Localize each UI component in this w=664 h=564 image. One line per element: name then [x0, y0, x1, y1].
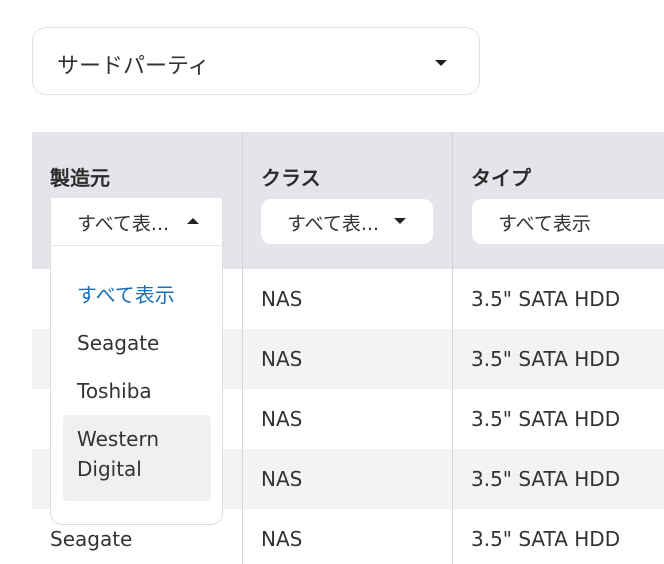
chevron-down-icon — [394, 218, 406, 224]
option-western-digital[interactable]: Western Digital — [77, 424, 187, 484]
class-filter[interactable]: すべて表... — [261, 199, 433, 244]
column-header-class: クラス — [261, 166, 321, 190]
column-divider — [242, 132, 243, 564]
maker-filter[interactable]: すべて表... — [51, 198, 222, 246]
chevron-up-icon — [187, 218, 199, 224]
cell-type: 3.5" SATA HDD — [471, 347, 621, 371]
cell-type: 3.5" SATA HDD — [471, 527, 621, 551]
cell-type: 3.5" SATA HDD — [471, 407, 621, 431]
cell-class: NAS — [261, 527, 303, 551]
column-header-maker: 製造元 — [50, 166, 110, 190]
type-filter[interactable]: すべて表示 — [472, 199, 664, 244]
cell-type: 3.5" SATA HDD — [471, 287, 621, 311]
type-filter-value: すべて表示 — [498, 213, 591, 235]
cell-class: NAS — [261, 287, 303, 311]
maker-filter-value: すべて表... — [77, 213, 170, 235]
cell-type: 3.5" SATA HDD — [471, 467, 621, 491]
option-seagate[interactable]: Seagate — [77, 328, 159, 358]
cell-class: NAS — [261, 467, 303, 491]
option-all[interactable]: すべて表示 — [77, 280, 175, 310]
maker-filter-dropdown: すべて表... すべて表示 Seagate Toshiba Western Di… — [50, 198, 223, 525]
cell-class: NAS — [261, 347, 303, 371]
option-toshiba[interactable]: Toshiba — [77, 376, 152, 406]
cell-class: NAS — [261, 407, 303, 431]
column-header-type: タイプ — [471, 166, 531, 190]
third-party-select[interactable]: サードパーティ — [32, 27, 480, 95]
cell-maker: Seagate — [50, 527, 133, 551]
third-party-select-value: サードパーティ — [57, 54, 210, 79]
chevron-down-icon — [435, 60, 447, 66]
column-divider — [452, 132, 453, 564]
class-filter-value: すべて表... — [287, 213, 380, 235]
